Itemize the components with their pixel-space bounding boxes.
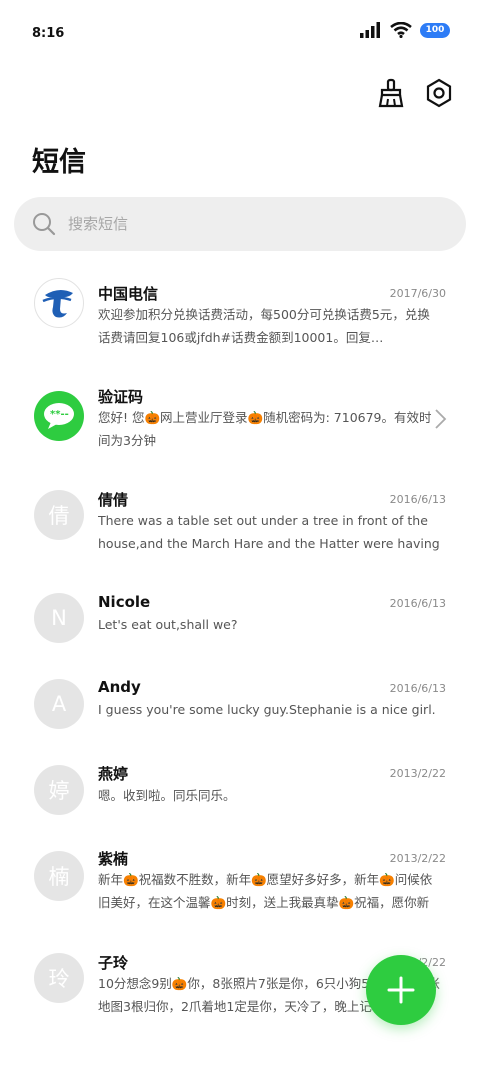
search-input[interactable] bbox=[66, 214, 430, 234]
plus-icon bbox=[387, 976, 415, 1004]
message-date: 2013/2/22 bbox=[389, 852, 446, 865]
broom-icon bbox=[378, 78, 404, 108]
message-sender: 紫楠 bbox=[98, 850, 129, 868]
message-sender: 中国电信 bbox=[98, 285, 159, 303]
message-date: 2013/2/22 bbox=[389, 767, 446, 780]
message-item[interactable]: 楠 紫楠 2013/2/22 新年🎃祝福数不胜数，新年🎃愿望好多好多，新年🎃问候… bbox=[0, 835, 480, 939]
status-time: 8:16 bbox=[32, 26, 65, 41]
contact-avatar: A bbox=[34, 679, 84, 729]
new-message-button[interactable] bbox=[366, 955, 436, 1025]
verify-avatar: **-- bbox=[34, 391, 84, 441]
message-item[interactable]: A Andy 2016/6/13 I guess you're some luc… bbox=[0, 664, 480, 750]
message-preview: 欢迎参加积分兑换话费活动，每500分可兑换话费5元，兑换话费请回复106或jfd… bbox=[98, 307, 430, 345]
contact-avatar: 楠 bbox=[34, 851, 84, 901]
message-item[interactable]: **-- 验证码 您好! 您🎃网上营业厅登录🎃随机密码为: 710679。有效时… bbox=[0, 370, 480, 474]
contact-avatar: N bbox=[34, 593, 84, 643]
message-sender: 燕婷 bbox=[98, 765, 129, 783]
battery-icon: 100 bbox=[420, 22, 450, 38]
message-preview: 您好! 您🎃网上营业厅登录🎃随机密码为: 710679。有效时间为3分钟 bbox=[98, 410, 432, 448]
wifi-icon bbox=[390, 22, 412, 38]
status-icons: 100 bbox=[360, 22, 450, 38]
message-item[interactable]: 婷 燕婷 2013/2/22 嗯。收到啦。同乐同乐。 bbox=[0, 750, 480, 835]
search-bar[interactable] bbox=[14, 197, 466, 251]
settings-icon bbox=[426, 78, 452, 108]
message-preview: I guess you're some lucky guy.Stephanie … bbox=[98, 702, 436, 717]
message-date: 2016/6/13 bbox=[389, 682, 446, 695]
message-sender: 验证码 bbox=[98, 388, 144, 406]
china-telecom-logo bbox=[34, 278, 84, 328]
clean-button[interactable] bbox=[376, 78, 406, 108]
message-preview: 新年🎃祝福数不胜数，新年🎃愿望好多好多，新年🎃问候依旧美好，在这个温馨🎃时刻，送… bbox=[98, 872, 433, 910]
contact-avatar: 婷 bbox=[34, 765, 84, 815]
message-item[interactable]: 中国电信 2017/6/30 欢迎参加积分兑换话费活动，每500分可兑换话费5元… bbox=[0, 266, 480, 370]
message-sender: 倩倩 bbox=[98, 491, 129, 509]
message-list: 中国电信 2017/6/30 欢迎参加积分兑换话费活动，每500分可兑换话费5元… bbox=[0, 266, 480, 1043]
search-icon bbox=[33, 213, 56, 236]
signal-icon bbox=[360, 22, 380, 38]
settings-button[interactable] bbox=[424, 78, 454, 108]
battery-level: 100 bbox=[425, 25, 445, 35]
chevron-right-icon bbox=[435, 409, 447, 429]
message-date: 2016/6/13 bbox=[389, 493, 446, 506]
message-sender: Nicole bbox=[98, 593, 151, 611]
contact-avatar: 倩 bbox=[34, 490, 84, 540]
svg-text:**--: **-- bbox=[50, 409, 69, 420]
message-sender: 子玲 bbox=[98, 954, 129, 972]
chat-bubble-icon: **-- bbox=[44, 403, 74, 429]
message-date: 2017/6/30 bbox=[389, 287, 446, 300]
top-actions bbox=[376, 78, 454, 108]
message-preview: Let's eat out,shall we? bbox=[98, 617, 238, 632]
telecom-logo-icon bbox=[42, 289, 73, 318]
page-title: 短信 bbox=[32, 147, 86, 178]
contact-avatar: 玲 bbox=[34, 953, 84, 1003]
message-item[interactable]: N Nicole 2016/6/13 Let's eat out,shall w… bbox=[0, 578, 480, 664]
message-sender: Andy bbox=[98, 678, 141, 696]
message-preview: 嗯。收到啦。同乐同乐。 bbox=[98, 788, 236, 803]
message-preview: There was a table set out under a tree i… bbox=[98, 513, 440, 551]
message-date: 2016/6/13 bbox=[389, 597, 446, 610]
status-bar: 8:16 100 bbox=[0, 0, 480, 64]
message-item[interactable]: 倩 倩倩 2016/6/13 There was a table set out… bbox=[0, 474, 480, 578]
